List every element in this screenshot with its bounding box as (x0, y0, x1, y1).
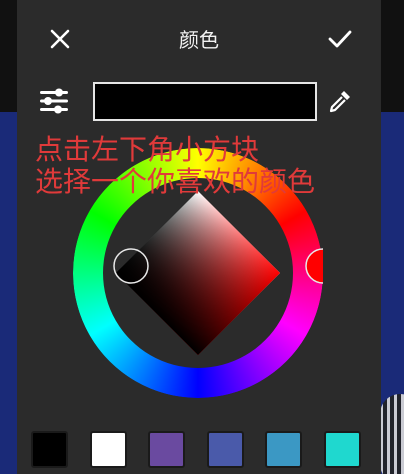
close-button[interactable] (43, 22, 77, 56)
current-color-field[interactable] (93, 82, 317, 121)
color-swatch[interactable] (89, 431, 127, 468)
dialog-titlebar: 颜色 (17, 0, 381, 78)
swatch-row (31, 431, 371, 468)
color-swatch[interactable] (323, 431, 361, 468)
sliders-icon (40, 88, 68, 114)
color-picker-dialog: 颜色 (17, 0, 381, 474)
color-swatch[interactable] (148, 431, 185, 468)
saturation-value-square[interactable] (115, 190, 281, 356)
eyedropper-button[interactable] (323, 84, 357, 118)
dialog-title: 颜色 (179, 28, 219, 52)
adjust-button[interactable] (37, 84, 71, 118)
color-swatch[interactable] (31, 431, 68, 468)
close-icon (50, 29, 70, 49)
background-decoration (380, 394, 404, 474)
screen: 颜色 点击左下角小方块 选择一个你喜欢的颜色 (0, 0, 404, 474)
color-swatch[interactable] (265, 431, 302, 468)
color-wheel[interactable] (73, 148, 323, 398)
eyedropper-icon (329, 91, 350, 113)
confirm-button[interactable] (323, 22, 357, 56)
color-swatch[interactable] (206, 431, 244, 468)
check-icon (328, 30, 352, 48)
